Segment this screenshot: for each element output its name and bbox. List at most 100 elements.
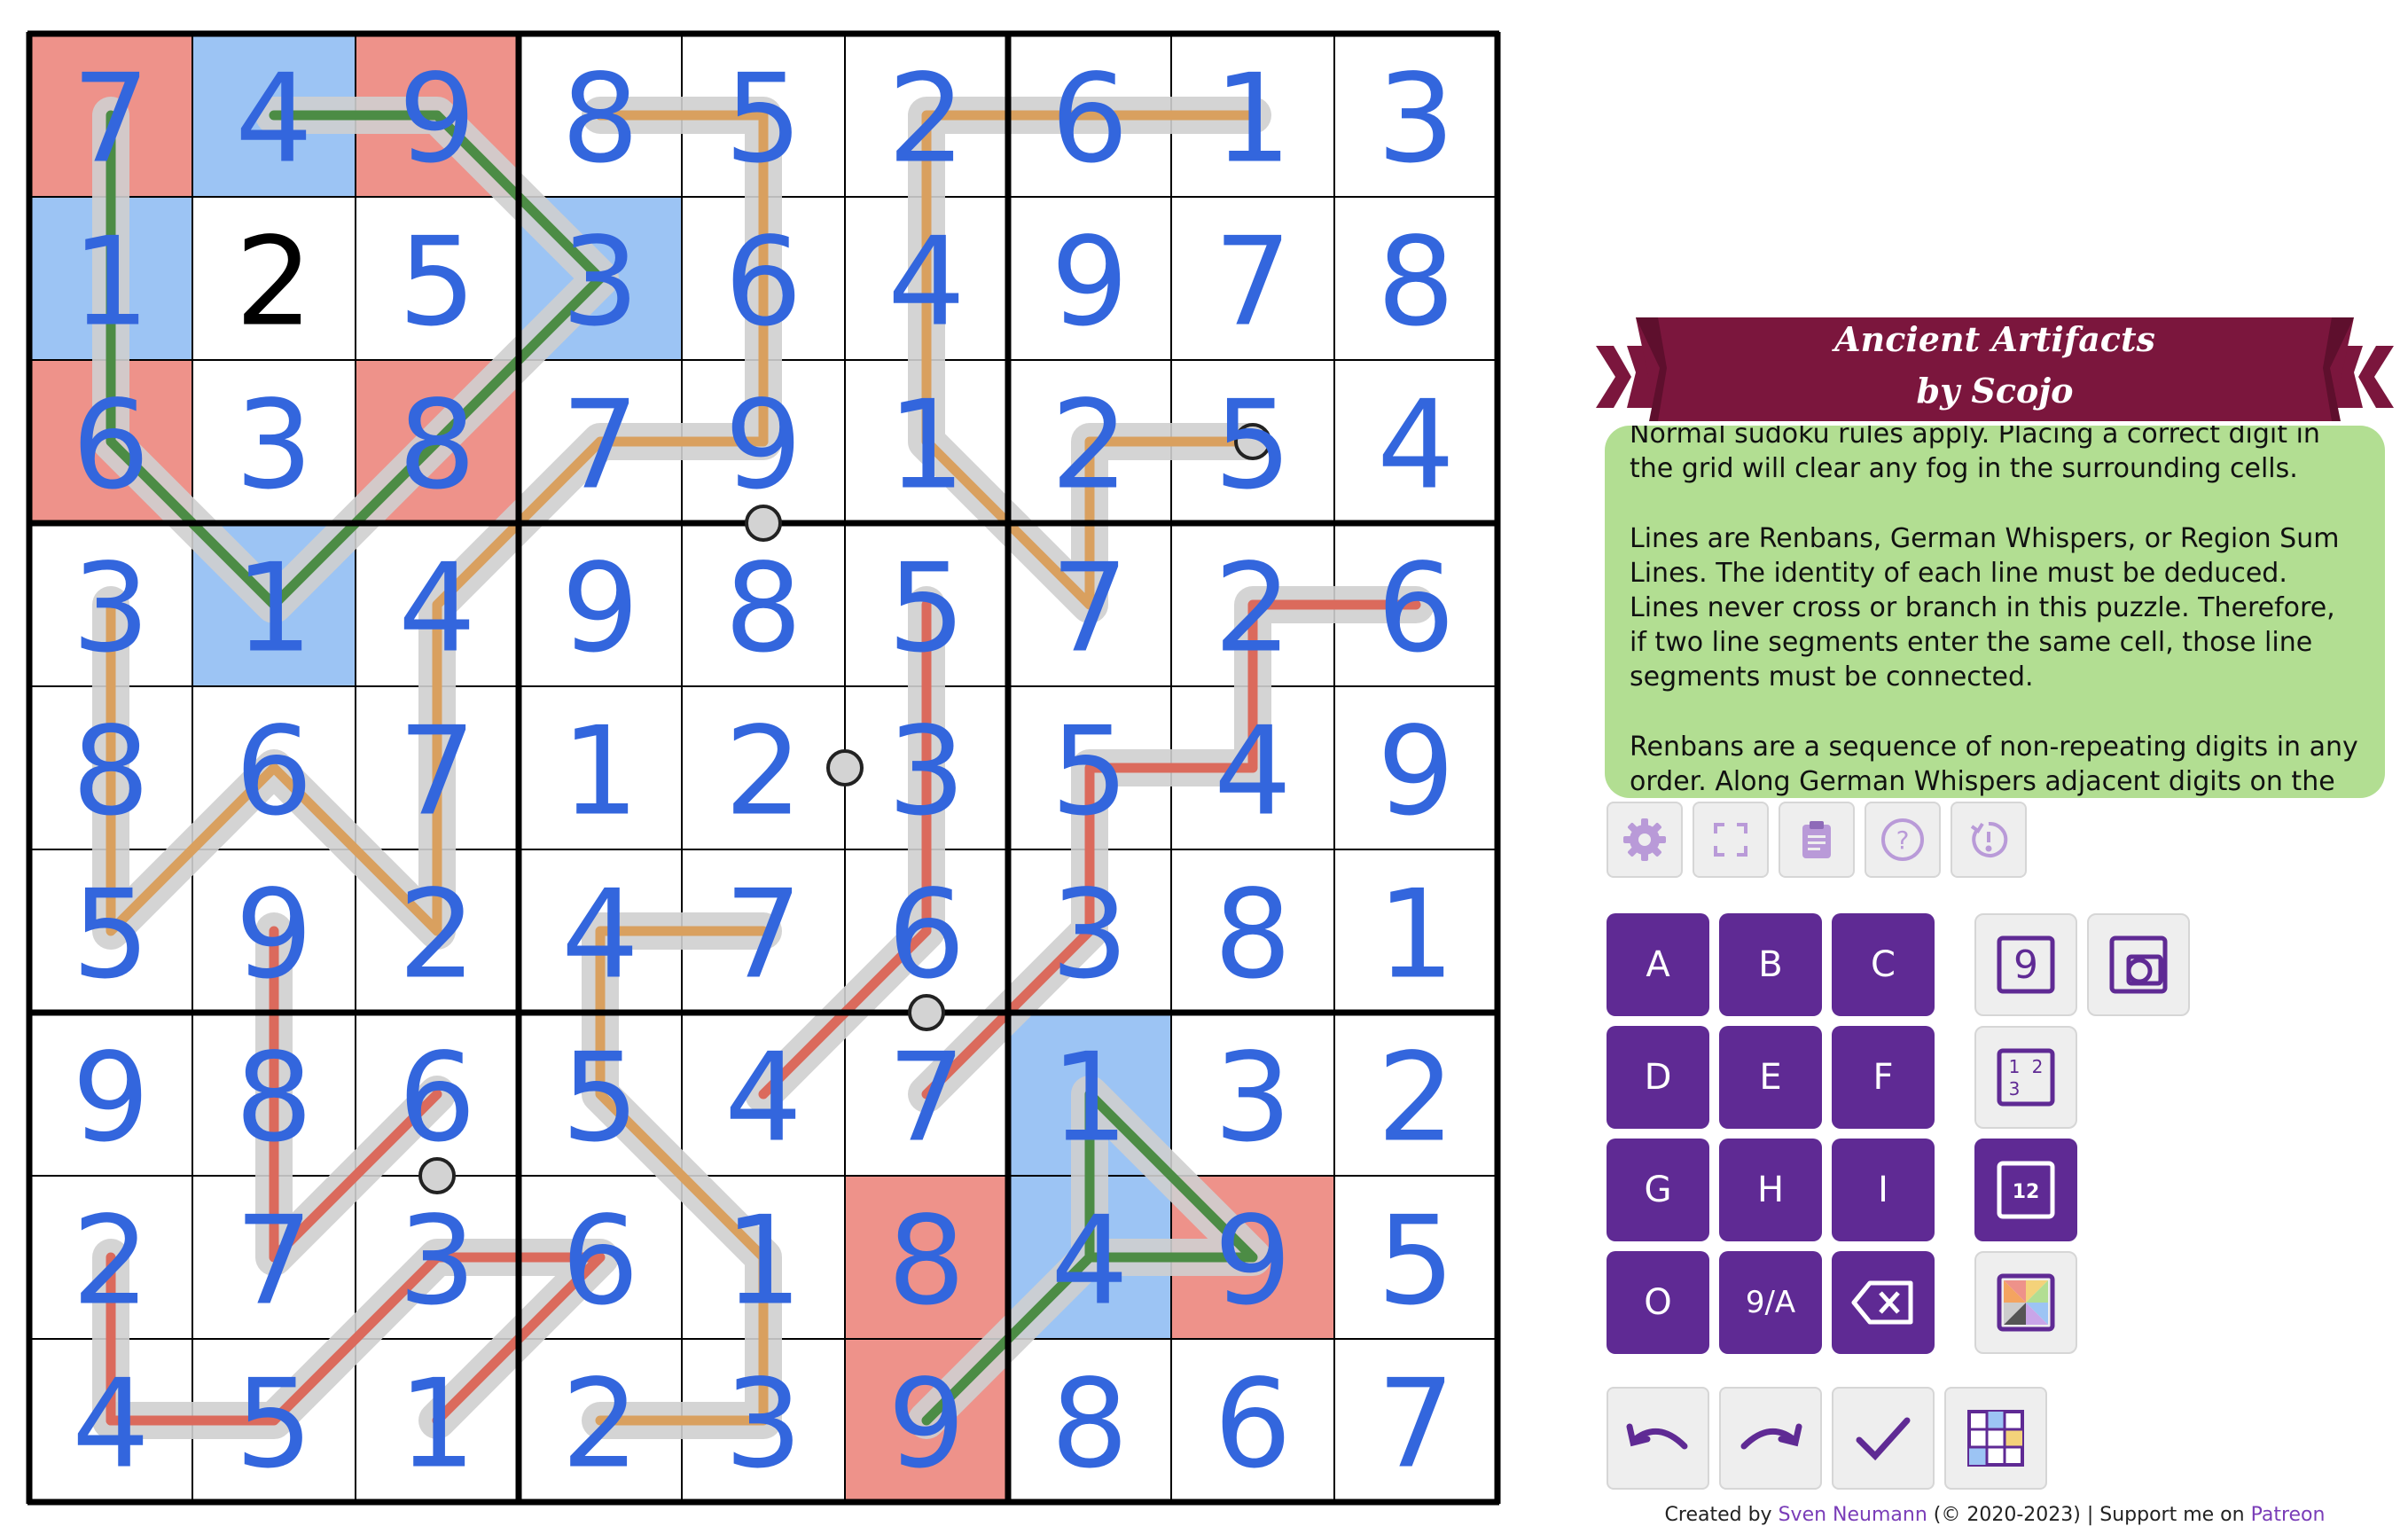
rules-text: Lines are Renbans, German Whispers, or R… (1630, 523, 2340, 693)
placed-digit: 4 (72, 1353, 150, 1496)
placed-digit: 6 (1051, 48, 1129, 191)
corner-mode-button[interactable]: 1 2 3 (1974, 1026, 2077, 1129)
placed-digit: 1 (1051, 1027, 1129, 1170)
placed-digit: 9 (1377, 700, 1455, 843)
placed-digit: 5 (724, 48, 802, 191)
placed-digit: 4 (398, 537, 476, 680)
toggle-label: 9/A (1745, 1285, 1796, 1320)
side-panel: Ancient Artifacts by Scojo Normal sudoku… (1596, 310, 2394, 1526)
placed-digit: 8 (1214, 864, 1292, 1006)
center-mode-button[interactable]: 12 (1974, 1139, 2077, 1241)
placed-digit: 6 (1214, 1353, 1292, 1496)
placed-digit: 8 (398, 374, 476, 517)
placed-digit: 5 (887, 537, 966, 680)
delete-button[interactable] (1832, 1251, 1935, 1354)
placed-digit: 4 (561, 864, 639, 1006)
keypad-key[interactable]: B (1719, 913, 1822, 1016)
placed-digit: 3 (887, 700, 966, 843)
letter-digit-toggle-button[interactable]: 9/A (1719, 1251, 1822, 1354)
placed-digit: 5 (1214, 374, 1292, 517)
fullscreen-icon (1714, 823, 1747, 857)
placed-digit: 4 (1377, 374, 1455, 517)
keypad-key[interactable]: F (1832, 1026, 1935, 1129)
placed-digit: 3 (1051, 864, 1129, 1006)
normal-mode-button[interactable]: 9 (1974, 913, 2077, 1016)
copy-button[interactable] (1779, 802, 1855, 878)
placed-digit: 7 (235, 1190, 313, 1333)
placed-digit: 4 (887, 211, 966, 354)
grid-layout-button[interactable] (1944, 1387, 2047, 1490)
rules-panel[interactable]: Normal sudoku rules apply. Placing a cor… (1605, 426, 2385, 798)
placed-digit: 5 (398, 211, 476, 354)
color-mode-button[interactable] (2087, 913, 2190, 1016)
redo-button[interactable] (1719, 1387, 1822, 1490)
placed-digit: 8 (724, 537, 802, 680)
placed-digit: 1 (887, 374, 966, 517)
placed-digit: 6 (72, 374, 150, 517)
settings-button[interactable] (1607, 802, 1683, 878)
corner-digits-icon: 1 2 3 (1997, 1048, 2055, 1107)
placed-digit: 1 (1214, 48, 1292, 191)
keypad-key[interactable]: I (1832, 1139, 1935, 1241)
check-button[interactable] (1832, 1387, 1935, 1490)
keypad-key[interactable]: H (1719, 1139, 1822, 1241)
author-link[interactable]: Sven Neumann (1779, 1504, 1927, 1526)
sudoku-grid[interactable]: 7 4 9 8 5 2 6 1 31 2 5 3 6 4 9 7 86 3 8 7 9 1 2 5 43 1 4 9 8 5 7 2 68 6 7 1… (0, 0, 1525, 1523)
puzzle-author: by Scojo (1916, 371, 2074, 411)
placed-digit: 1 (561, 700, 639, 843)
placed-digit: 3 (1214, 1027, 1292, 1170)
placed-digit: 8 (887, 1190, 966, 1333)
restart-button[interactable] (1951, 802, 2027, 878)
placed-digit: 9 (72, 1027, 150, 1170)
svg-text:?: ? (1896, 826, 1910, 855)
placed-digit: 3 (72, 537, 150, 680)
placed-digit: 6 (235, 700, 313, 843)
help-button[interactable]: ? (1865, 802, 1941, 878)
placed-digit: 9 (235, 864, 313, 1006)
placed-digit: 7 (398, 700, 476, 843)
fullscreen-button[interactable] (1693, 802, 1769, 878)
keypad-key[interactable]: O (1607, 1251, 1709, 1354)
placed-digit: 7 (561, 374, 639, 517)
undo-button[interactable] (1607, 1387, 1709, 1490)
placed-digit: 4 (724, 1027, 802, 1170)
placed-digit: 2 (1377, 1027, 1455, 1170)
keypad-key[interactable]: C (1832, 913, 1935, 1016)
placed-digit: 9 (1051, 211, 1129, 354)
placed-digit: 8 (235, 1027, 313, 1170)
placed-digit: 6 (887, 864, 966, 1006)
placed-digit: 5 (1377, 1190, 1455, 1333)
svg-text:2: 2 (2032, 1056, 2044, 1077)
palette-mode-button[interactable] (1974, 1251, 2077, 1354)
placed-digit: 9 (887, 1353, 966, 1496)
rules-text: Renbans are a sequence of non-repeating … (1630, 732, 2358, 797)
patreon-link[interactable]: Patreon (2251, 1504, 2326, 1526)
credits-middle: (© 2020-2023) | Support me on (1927, 1504, 2251, 1526)
keypad-key[interactable]: E (1719, 1026, 1822, 1129)
placed-digit: 4 (1051, 1190, 1129, 1333)
normal-digit-label: 9 (2013, 943, 2038, 988)
credits-prefix: Created by (1664, 1504, 1779, 1526)
placed-digit: 1 (72, 211, 150, 354)
placed-digit: 2 (1051, 374, 1129, 517)
placed-digit: 5 (1051, 700, 1129, 843)
placed-digit: 3 (398, 1190, 476, 1333)
placed-digit: 3 (724, 1353, 802, 1496)
placed-digit: 7 (1051, 537, 1129, 680)
keypad-key[interactable]: G (1607, 1139, 1709, 1241)
keypad-key[interactable]: A (1607, 913, 1709, 1016)
placed-digit: 9 (561, 537, 639, 680)
placed-digit: 8 (1051, 1353, 1129, 1496)
normal-digit-icon: 9 (1997, 935, 2055, 994)
keypad-key[interactable]: D (1607, 1026, 1709, 1129)
placed-digit: 9 (724, 374, 802, 517)
placed-digit: 1 (1377, 864, 1455, 1006)
svg-text:3: 3 (2009, 1078, 2021, 1100)
placed-digit: 6 (1377, 537, 1455, 680)
placed-digit: 3 (561, 211, 639, 354)
placed-digit: 4 (1214, 700, 1292, 843)
clipboard-icon (1802, 821, 1831, 858)
svg-text:1: 1 (2009, 1056, 2021, 1077)
placed-digit: 2 (398, 864, 476, 1006)
placed-digit: 9 (398, 48, 476, 191)
